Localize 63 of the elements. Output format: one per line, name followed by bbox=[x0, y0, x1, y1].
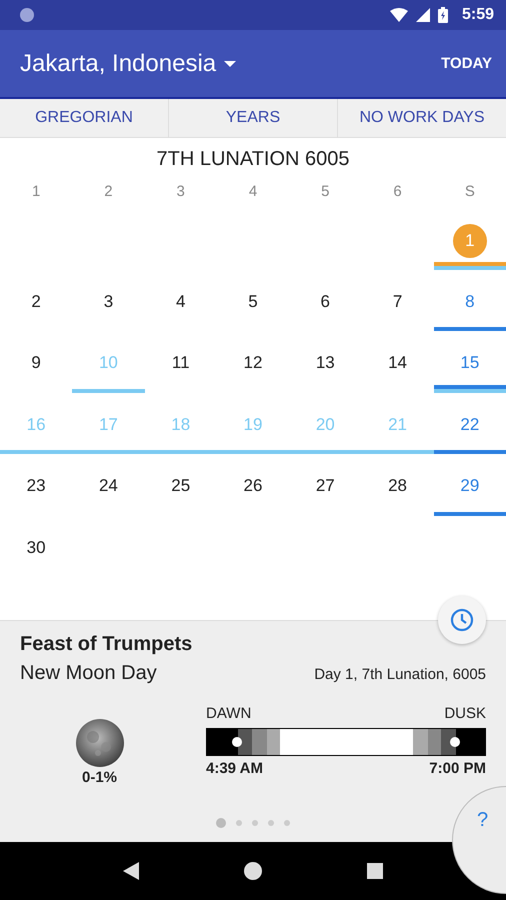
day-number[interactable]: 5 bbox=[248, 292, 258, 312]
location-dropdown[interactable]: Jakarta, Indonesia bbox=[20, 50, 236, 78]
day-number[interactable]: 24 bbox=[98, 476, 118, 496]
page-indicator-dot[interactable] bbox=[236, 820, 242, 826]
day-number[interactable]: 2 bbox=[31, 292, 41, 312]
day-number[interactable]: 12 bbox=[244, 353, 262, 373]
weekday-label: 3 bbox=[176, 183, 185, 200]
lunar-date: Day 1, 7th Lunation, 6005 bbox=[314, 666, 486, 683]
day-number[interactable]: 22 bbox=[460, 414, 480, 434]
day-number[interactable]: 23 bbox=[26, 476, 46, 496]
dawn-label: DAWN bbox=[206, 705, 252, 722]
day-number[interactable]: 13 bbox=[316, 353, 335, 373]
calendar-option-button[interactable]: NO WORK DAYS bbox=[337, 99, 506, 137]
day-number[interactable]: 29 bbox=[460, 476, 480, 496]
page-indicator-dot[interactable] bbox=[252, 820, 258, 826]
page-indicator-dot[interactable] bbox=[284, 820, 290, 826]
signal-icon bbox=[416, 8, 430, 22]
back-button[interactable] bbox=[122, 862, 139, 880]
day-number[interactable]: 30 bbox=[26, 538, 46, 558]
dusk-label: DUSK bbox=[444, 705, 486, 722]
day-number[interactable]: 27 bbox=[316, 476, 335, 496]
page-indicator-dot[interactable] bbox=[216, 818, 226, 828]
page-indicator-dot[interactable] bbox=[268, 820, 274, 826]
moon-phase-percent: 0-1% bbox=[82, 769, 118, 786]
weekday-label: 1 bbox=[32, 183, 40, 200]
day-number[interactable]: 14 bbox=[388, 353, 408, 373]
day-number[interactable]: 25 bbox=[171, 476, 190, 496]
day-number[interactable]: 3 bbox=[104, 292, 114, 312]
day-number[interactable]: 4 bbox=[176, 292, 186, 312]
weekday-label: S bbox=[464, 183, 475, 200]
wifi-icon bbox=[390, 8, 408, 22]
home-icon bbox=[244, 862, 262, 880]
weekday-label: 6 bbox=[393, 183, 402, 200]
event-title: Feast of Trumpets bbox=[20, 633, 194, 656]
calendar-option-button[interactable]: YEARS bbox=[168, 99, 337, 137]
day-number[interactable]: 6 bbox=[320, 292, 330, 312]
recents-icon bbox=[367, 863, 384, 879]
day-number[interactable]: 8 bbox=[465, 292, 475, 312]
weekday-label: 5 bbox=[321, 183, 330, 200]
moon-icon bbox=[76, 719, 124, 767]
day-number[interactable]: 15 bbox=[460, 353, 480, 373]
calendar-option-button[interactable]: GREGORIAN bbox=[0, 99, 168, 137]
day-number[interactable]: 7 bbox=[392, 292, 402, 312]
day-number[interactable]: 26 bbox=[244, 476, 262, 496]
clock-time: 5:59 bbox=[462, 6, 494, 24]
weekday-label: 2 bbox=[104, 183, 113, 200]
notification-dot-icon bbox=[20, 8, 34, 22]
today-button[interactable]: TODAY bbox=[441, 55, 492, 72]
recents-button[interactable] bbox=[367, 863, 384, 879]
back-icon bbox=[122, 862, 139, 880]
clock-button[interactable] bbox=[438, 596, 486, 644]
day-number[interactable]: 9 bbox=[31, 353, 41, 373]
day-number[interactable]: 11 bbox=[172, 353, 190, 373]
dawn-time: 4:39 AM bbox=[206, 760, 263, 777]
dropdown-caret-icon bbox=[224, 60, 236, 66]
event-subtitle: New Moon Day bbox=[20, 662, 157, 685]
month-title: 7TH LUNATION 6005 bbox=[155, 148, 351, 172]
battery-icon bbox=[438, 7, 448, 23]
weekday-label: 4 bbox=[248, 183, 258, 200]
dusk-time: 7:00 PM bbox=[429, 760, 486, 777]
day-number[interactable]: 28 bbox=[388, 476, 408, 496]
clock-icon bbox=[450, 608, 474, 632]
home-button[interactable] bbox=[244, 862, 262, 880]
